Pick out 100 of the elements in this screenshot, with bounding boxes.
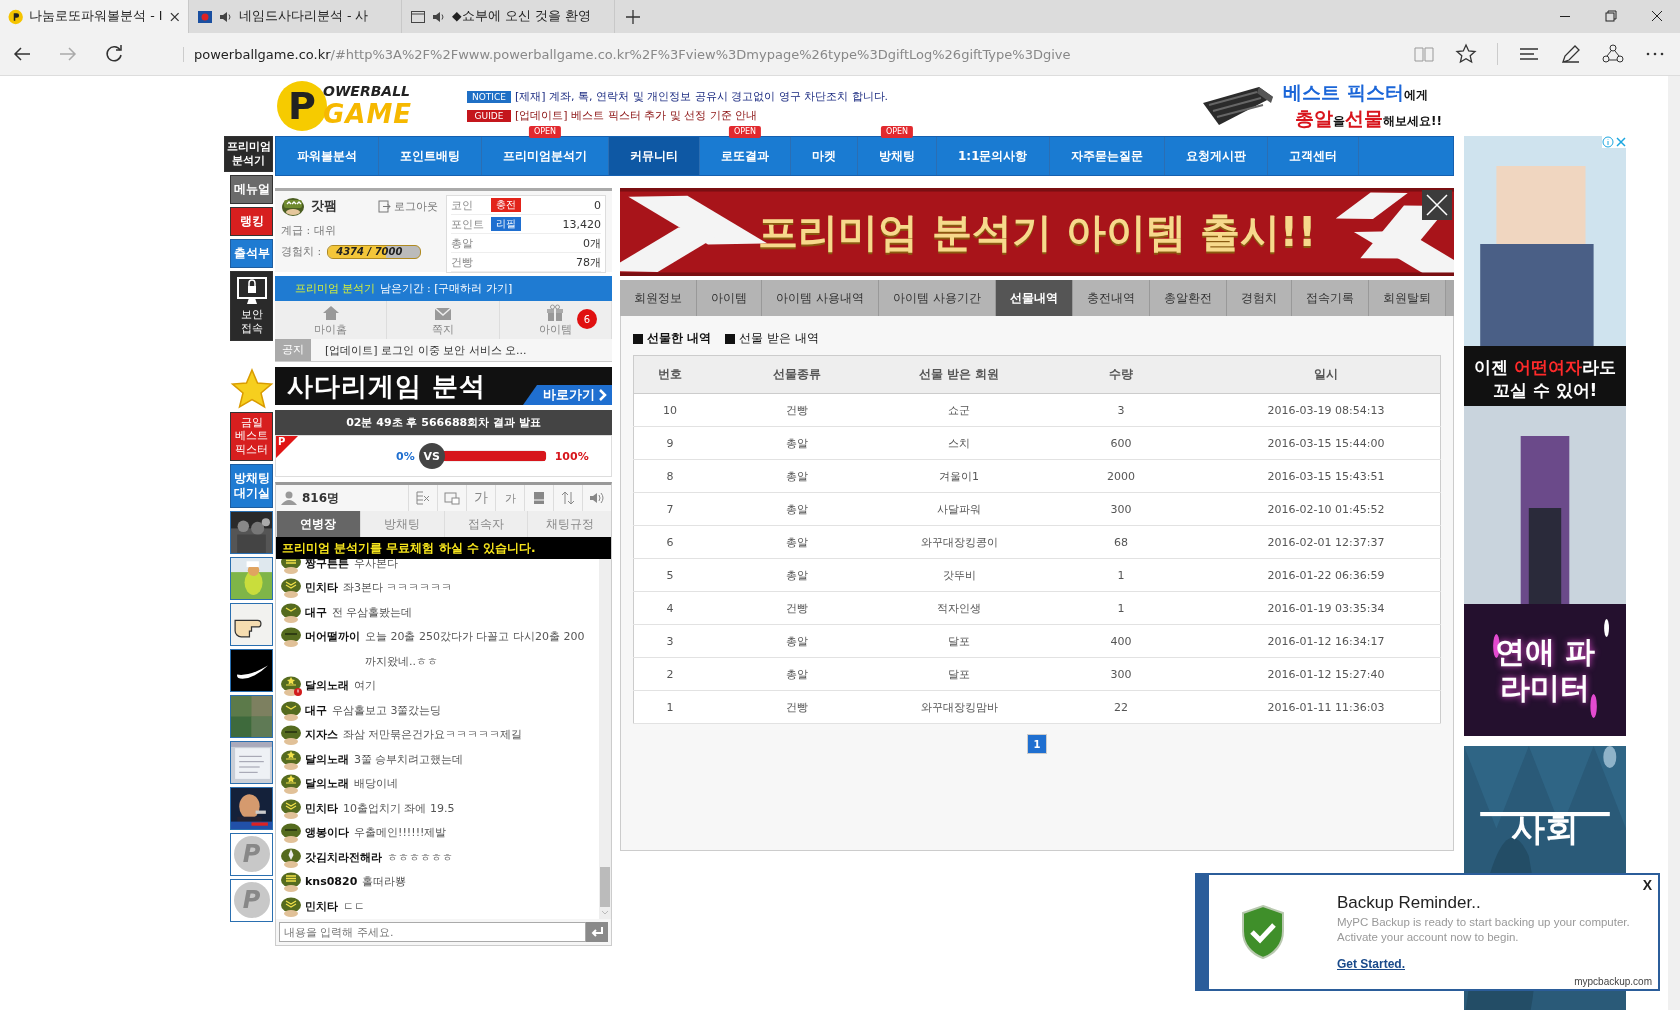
chat-tab[interactable]: 접속자 (443, 511, 528, 537)
page-button[interactable]: 1 (1027, 734, 1047, 754)
table-cell: 총알 (706, 426, 888, 460)
nav-item[interactable]: 요청게시판 (1164, 137, 1267, 175)
nav-item[interactable]: 고객센터 (1267, 137, 1358, 175)
chat-username[interactable]: 민치타 (305, 894, 338, 919)
column-header: 선물종류 (706, 355, 888, 394)
table-cell: 2016-01-12 16:34:17 (1212, 624, 1441, 658)
stat-button[interactable]: 충전 (491, 198, 521, 212)
star-icon[interactable] (1455, 43, 1477, 65)
chat-username[interactable]: 머어떨까이 (305, 625, 360, 650)
go-link[interactable]: 바로가기 (523, 385, 612, 405)
scroll-down-icon[interactable] (600, 909, 610, 917)
chat-username[interactable]: 달의노래 (305, 772, 349, 797)
tab[interactable]: 회원탈퇴 (1368, 280, 1446, 316)
rank-icon (281, 195, 305, 217)
subtab-link[interactable]: 선물 받은 내역 (725, 330, 819, 347)
side-menu-item[interactable]: 출석부 (230, 239, 273, 268)
notice-link[interactable]: [업데이트] 로그인 이중 보안 서비스 오... (325, 342, 527, 358)
nav-item[interactable]: 프리미엄분석기 (482, 137, 608, 175)
user-icon (280, 491, 298, 505)
column-header: 일시 (1212, 355, 1441, 394)
shield-check-icon (1239, 904, 1287, 960)
nav-item[interactable]: 로또결과 (700, 137, 790, 175)
logout-link[interactable]: 로그아웃 (378, 198, 438, 214)
table-cell: 쇼군 (888, 393, 1030, 427)
side-menu-item[interactable]: 랭킹 (230, 207, 273, 236)
chat-message: 3쭐 승부치려고했는데 (354, 751, 465, 768)
chat-username[interactable]: kns0820 (305, 870, 358, 895)
table-cell: 총알 (706, 492, 888, 526)
chat-username[interactable]: 대구 (305, 600, 327, 625)
ad-headline[interactable]: 사회 (1511, 806, 1579, 852)
nav-item[interactable]: 커뮤니티 (609, 137, 699, 175)
table-cell: 3 (1030, 393, 1212, 427)
scrollbar-thumb[interactable] (600, 867, 610, 907)
announcement: 프리미엄 분석기를 무료체험 하실 수 있습니다. (276, 537, 611, 559)
table-cell: 1 (1030, 591, 1212, 625)
monitor-lock-icon (234, 276, 269, 306)
chat-input[interactable]: 내용을 입력해 주세요. (279, 922, 586, 942)
chat-username[interactable]: 민치타 (305, 576, 338, 601)
premium-bar[interactable]: 프리미엄 분석기 남은기간 : [구매하러 가기] (275, 276, 612, 301)
close-icon[interactable] (168, 10, 180, 23)
window-icon (444, 491, 460, 505)
nav-item[interactable]: 마켓 (791, 137, 857, 175)
side-menu-item[interactable]: 금일 베스트 픽스터 (230, 411, 273, 461)
nav-item[interactable]: 포인트배팅 (379, 137, 481, 175)
close-button[interactable]: X (1642, 877, 1652, 893)
table-cell: 건빵 (706, 393, 888, 427)
side-menu-item[interactable]: 프리미엄 분석기 (224, 136, 273, 172)
chat-username[interactable]: 지자스 (305, 723, 338, 748)
notice-link[interactable]: [업데이트] 베스트 픽스터 추가 및 선정 기준 안내 (515, 108, 758, 123)
side-menu-item[interactable]: 메뉴얼 (230, 175, 273, 204)
enter-icon[interactable] (586, 922, 608, 942)
new-tab-icon[interactable] (625, 8, 641, 25)
table-cell: 총알 (706, 558, 888, 592)
tab[interactable]: 아이템 사용기간 (878, 280, 996, 316)
share-icon[interactable] (1602, 43, 1624, 65)
tab[interactable]: 경험치 (1226, 280, 1292, 316)
chat-message: ㅎㅎㅎㅎㅎㅎ (387, 849, 454, 866)
ad-choices-icon[interactable] (1602, 136, 1626, 148)
subtab-link[interactable]: 선물한 내역 (633, 330, 712, 347)
chat-username[interactable]: 갓김치라전해라 (305, 845, 382, 870)
table-cell: 3 (633, 624, 706, 658)
stat-button[interactable]: 리필 (491, 217, 521, 231)
percent-text: 100% (554, 449, 589, 463)
chat-message: 10출업치기 좌에 19.5 (343, 800, 456, 817)
tab[interactable]: 총알환전 (1149, 280, 1227, 316)
ladder-banner[interactable]: 사다리게임 분석 바로가기 (275, 367, 612, 405)
side-menu-item[interactable]: 방채팅 대기실 (230, 463, 273, 508)
vs-badge: VS (418, 443, 445, 469)
promo-text[interactable]: 베스트 픽스터에게 (1283, 80, 1442, 106)
ad-headline[interactable]: 꼬실 수 있어! (1492, 378, 1598, 402)
chat-username[interactable]: 민치타 (305, 796, 338, 821)
pen-icon[interactable] (1560, 43, 1582, 65)
tab[interactable]: 아이템 사용내역 (762, 280, 879, 316)
notice-link[interactable]: [제재] 계좌, 톡, 연락처 및 개인정보 공유시 경고없이 영구 차단조치 합니다. (515, 89, 889, 104)
chat-username[interactable]: 달의노래 (305, 674, 349, 699)
secure-login-button[interactable]: 보안 접속 (230, 271, 273, 341)
get-started-link[interactable]: Get Started. (1337, 956, 1405, 971)
table-cell: 1 (1030, 558, 1212, 592)
promo-text[interactable]: 총알을선물해보세요!! (1295, 106, 1442, 132)
nav-item[interactable]: 파워볼분석 (276, 137, 378, 175)
tab[interactable]: 아이템 (697, 280, 762, 316)
chat-username[interactable]: 대구 (305, 698, 327, 723)
browser-tab[interactable]: 나눔로또파워볼분석 - I (0, 0, 189, 33)
tab[interactable]: 접속기록 (1291, 280, 1369, 316)
ad-headline[interactable]: 이젠 어떤여자라도 (1474, 356, 1616, 379)
nav-item[interactable]: 자주묻는질문 (1049, 137, 1164, 175)
chat-username[interactable]: 달의노래 (305, 747, 349, 772)
close-icon[interactable] (1422, 190, 1452, 220)
scrollbar[interactable] (1668, 76, 1680, 1010)
tab[interactable]: 선물내역 (995, 280, 1073, 316)
address-field[interactable]: powerballgame.co.kr/#http%3A%2F%2Fwww.powerballgame.co.kr%2F%3Fview%3Dmypage%26type%3DgiftLog%26giftType%3Dgive (183, 46, 1071, 62)
tab[interactable]: 충전내역 (1072, 280, 1150, 316)
nav-item[interactable]: 방채팅 (858, 137, 936, 175)
nav-item[interactable]: 1:1문의사항 (937, 137, 1049, 175)
chat-tab[interactable]: 연병장 (276, 511, 360, 537)
chat-message: 배당이네 (354, 776, 399, 792)
chat-username[interactable]: 앵봉이다 (305, 821, 349, 846)
tab[interactable]: 회원정보 (620, 280, 697, 316)
